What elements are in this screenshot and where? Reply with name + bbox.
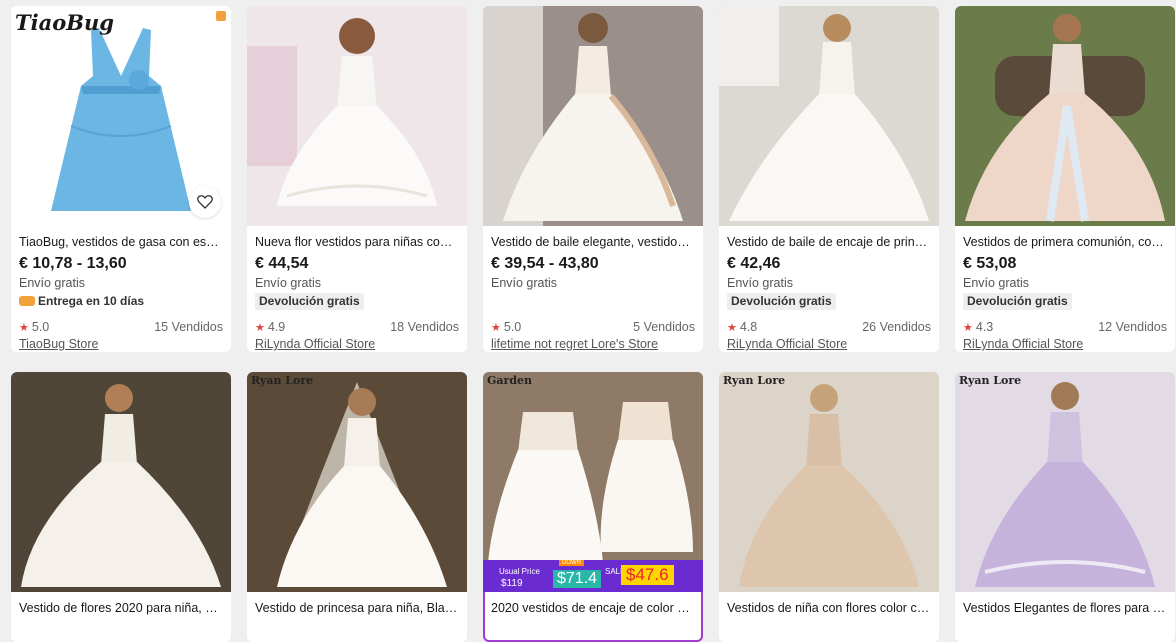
rating: 4.8 <box>739 320 758 334</box>
rating: 5.0 <box>31 320 50 334</box>
product-card[interactable]: Ryan Lore Vestidos Elegantes de flores p… <box>955 372 1175 642</box>
product-title[interactable]: 2020 vestidos de encaje de color champán <box>491 600 695 616</box>
product-title[interactable]: Vestidos de niña con flores color champá… <box>727 600 931 616</box>
sold-count: 5 Vendidos <box>633 320 695 334</box>
product-price: € 10,78 - 13,60 <box>19 255 127 272</box>
product-image[interactable]: Ryan Lore <box>955 372 1175 592</box>
store-link[interactable]: TiaoBug Store <box>19 337 98 351</box>
truck-icon <box>19 296 35 306</box>
product-card[interactable]: Vestidos de primera comunión, con apliqu… <box>955 6 1175 352</box>
product-title[interactable]: Vestidos Elegantes de flores para niña <box>963 600 1167 616</box>
product-card[interactable]: Ryan Lore Vestidos de niña con flores co… <box>719 372 939 642</box>
delivery-info: Entrega en 10 días <box>19 293 223 309</box>
product-card[interactable]: Vestido de flores 2020 para niña, elegan… <box>11 372 231 642</box>
store-badge-icon <box>216 11 226 21</box>
heart-icon <box>197 195 213 209</box>
product-image[interactable] <box>247 6 467 226</box>
star-icon: ★ <box>255 322 265 334</box>
product-card[interactable]: Nueva flor vestidos para niñas con encaj… <box>247 6 467 352</box>
sold-count: 12 Vendidos <box>1098 320 1167 334</box>
product-card[interactable]: Garden Usual Price $119 DOWN $71.4 SALE … <box>483 372 703 642</box>
star-icon: ★ <box>491 322 501 334</box>
shipping-info: Envío gratis <box>19 276 86 290</box>
product-image[interactable]: Ryan Lore <box>247 372 467 592</box>
product-image[interactable] <box>483 6 703 226</box>
product-title[interactable]: Vestidos de primera comunión, con apliqu… <box>963 234 1167 250</box>
product-meta: ★ 4.9 18 Vendidos <box>255 320 459 336</box>
shipping-info: Envío gratis <box>727 276 794 290</box>
product-title[interactable]: TiaoBug, vestidos de gasa con escote en … <box>19 234 223 250</box>
free-return-badge: Devolución gratis <box>963 293 1072 310</box>
shipping-info: Envío gratis <box>963 276 1030 290</box>
watermark-text: Ryan Lore <box>723 374 786 387</box>
product-meta: ★ 5.0 15 Vendidos <box>19 320 223 336</box>
product-title[interactable]: Nueva flor vestidos para niñas con encaj… <box>255 234 459 250</box>
product-title[interactable]: Vestido de baile de encaje de princesa <box>727 234 931 250</box>
product-price: € 39,54 - 43,80 <box>491 255 599 272</box>
shipping-info: Envío gratis <box>491 276 558 290</box>
product-card[interactable]: Vestido de baile de encaje de princesa €… <box>719 6 939 352</box>
star-icon: ★ <box>727 322 737 334</box>
store-link[interactable]: RiLynda Official Store <box>255 337 375 351</box>
store-link[interactable]: RiLynda Official Store <box>963 337 1083 351</box>
sold-count: 15 Vendidos <box>154 320 223 334</box>
product-image[interactable]: Garden Usual Price $119 DOWN $71.4 SALE … <box>483 372 703 592</box>
product-meta: ★ 4.3 12 Vendidos <box>963 320 1167 336</box>
discount-price: $71.4 <box>553 570 602 588</box>
brand-logo: TiaoBug <box>15 10 114 35</box>
product-image[interactable] <box>11 372 231 592</box>
free-return-badge: Devolución gratis <box>255 293 364 310</box>
sold-count: 26 Vendidos <box>862 320 931 334</box>
store-link[interactable]: RiLynda Official Store <box>727 337 847 351</box>
rating: 4.9 <box>267 320 286 334</box>
product-meta: ★ 4.8 26 Vendidos <box>727 320 931 336</box>
usual-price: $119 <box>501 578 523 589</box>
watermark-text: Garden <box>487 374 533 387</box>
product-image[interactable] <box>719 6 939 226</box>
watermark-text: Ryan Lore <box>251 374 314 387</box>
product-price: € 44,54 <box>255 255 309 272</box>
store-link[interactable]: lifetime not regret Lore's Store <box>491 337 658 351</box>
free-return-badge: Devolución gratis <box>727 293 836 310</box>
product-title[interactable]: Vestido de princesa para niña, Blanco <box>255 600 459 616</box>
product-title[interactable]: Vestido de baile elegante, vestidos de f… <box>491 234 695 250</box>
product-image[interactable]: Ryan Lore <box>719 372 939 592</box>
usual-price-label: Usual Price <box>499 567 540 576</box>
product-image[interactable]: TiaoBug <box>11 6 231 226</box>
favorite-button[interactable] <box>189 186 221 218</box>
watermark-text: Ryan Lore <box>959 374 1022 387</box>
product-price: € 53,08 <box>963 255 1017 272</box>
product-card[interactable]: TiaoBug TiaoBug, vestidos de gasa con es… <box>11 6 231 352</box>
rating: 5.0 <box>503 320 522 334</box>
sold-count: 18 Vendidos <box>390 320 459 334</box>
product-image[interactable] <box>955 6 1175 226</box>
star-icon: ★ <box>963 322 973 334</box>
down-tag: DOWN <box>559 560 584 566</box>
star-icon: ★ <box>19 322 29 334</box>
shipping-info: Envío gratis <box>255 276 322 290</box>
product-meta: ★ 5.0 5 Vendidos <box>491 320 695 336</box>
delivery-label: Entrega en 10 días <box>38 294 145 308</box>
product-card[interactable]: Vestido de baile elegante, vestidos de f… <box>483 6 703 352</box>
promo-banner: Usual Price $119 DOWN $71.4 SALE $47.6 <box>483 560 703 592</box>
product-title[interactable]: Vestido de flores 2020 para niña, elegan… <box>19 600 223 616</box>
rating: 4.3 <box>975 320 994 334</box>
product-price: € 42,46 <box>727 255 781 272</box>
sale-price: $47.6 <box>621 565 674 585</box>
product-card[interactable]: Ryan Lore Vestido de princesa para niña,… <box>247 372 467 642</box>
